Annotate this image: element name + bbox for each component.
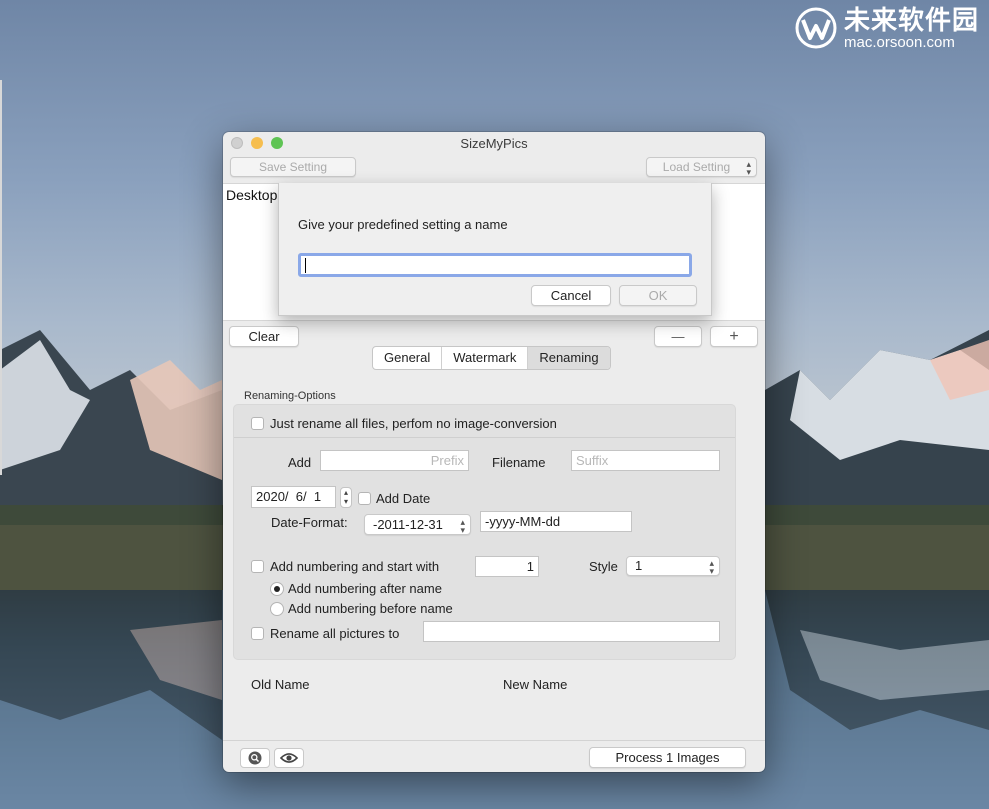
- prefix-input[interactable]: Prefix: [320, 450, 469, 471]
- ok-button[interactable]: OK: [619, 285, 697, 306]
- numbering-after-label: Add numbering after name: [288, 581, 442, 596]
- date-format-select[interactable]: -2011-12-31 ▴ ▾: [364, 514, 471, 535]
- watermark-url-text: mac.orsoon.com: [843, 33, 955, 51]
- style-select-value: 1: [635, 558, 643, 573]
- setting-name-sheet: Give your predefined setting a name Canc…: [278, 183, 712, 316]
- numbering-before-radio[interactable]: [270, 602, 284, 616]
- tab-watermark[interactable]: Watermark: [442, 347, 529, 369]
- setting-name-input[interactable]: [298, 253, 692, 277]
- titlebar: SizeMyPics: [223, 132, 765, 156]
- clear-button[interactable]: Clear: [229, 326, 299, 347]
- zoom-button[interactable]: [240, 748, 270, 768]
- eye-icon: [280, 753, 298, 763]
- date-stepper[interactable]: ▴ ▾: [340, 487, 352, 508]
- suffix-input[interactable]: Suffix: [571, 450, 720, 471]
- numbering-start-input[interactable]: 1: [475, 556, 539, 577]
- rename-all-checkbox[interactable]: [251, 627, 264, 640]
- preview-button[interactable]: [274, 748, 304, 768]
- bottom-bar: Process 1 Images: [223, 740, 765, 772]
- background-window-edge: [0, 80, 2, 475]
- just-rename-checkbox[interactable]: [251, 417, 264, 430]
- tab-general[interactable]: General: [373, 347, 443, 369]
- zoom-icon: [248, 751, 262, 765]
- filename-label: Filename: [492, 455, 546, 470]
- add-numbering-checkbox[interactable]: [251, 560, 264, 573]
- file-list-item[interactable]: Desktop,: [226, 187, 281, 203]
- date-format-select-value: -2011-12-31: [373, 517, 443, 532]
- date-format-label: Date-Format:: [271, 515, 348, 530]
- orsoon-logo-icon: [795, 7, 837, 49]
- renaming-options-box: Just rename all files, perfom no image-c…: [233, 404, 736, 660]
- stepper-arrows-icon: ▴ ▾: [709, 558, 714, 576]
- process-images-button[interactable]: Process 1 Images: [589, 747, 746, 768]
- date-input[interactable]: 2020/ 6/ 1: [251, 486, 336, 508]
- add-label: Add: [288, 455, 312, 470]
- save-setting-button[interactable]: Save Setting: [230, 157, 356, 177]
- numbering-after-radio[interactable]: [270, 582, 284, 596]
- rename-all-label: Rename all pictures to: [270, 626, 400, 641]
- load-setting-select[interactable]: Load Setting ▴ ▾: [646, 157, 757, 177]
- rename-all-input[interactable]: [423, 621, 720, 642]
- renaming-options-label: Renaming-Options: [244, 390, 336, 402]
- cancel-button[interactable]: Cancel: [531, 285, 611, 306]
- add-button[interactable]: +: [710, 326, 758, 347]
- suffix-placeholder: Suffix: [576, 453, 609, 468]
- stepper-arrows-icon: ▴ ▾: [460, 517, 465, 535]
- options-divider: [234, 437, 735, 438]
- style-label: Style: [589, 559, 618, 574]
- style-select[interactable]: 1 ▴ ▾: [626, 556, 720, 576]
- load-setting-label: Load Setting: [662, 160, 731, 174]
- remove-button[interactable]: —: [654, 326, 702, 347]
- settings-tabs: General Watermark Renaming: [372, 346, 611, 370]
- date-format-input[interactable]: -yyyy-MM-dd: [480, 511, 632, 532]
- prefix-placeholder: Prefix: [430, 453, 464, 468]
- add-date-checkbox[interactable]: [358, 492, 371, 505]
- window-title: SizeMyPics: [460, 136, 528, 151]
- tab-renaming[interactable]: Renaming: [528, 347, 610, 369]
- sheet-message: Give your predefined setting a name: [298, 217, 508, 232]
- old-name-column-header: Old Name: [251, 677, 310, 692]
- site-watermark: 未来软件园 mac.orsoon.com: [794, 6, 979, 50]
- text-caret: [305, 258, 306, 273]
- stepper-arrows-icon: ▴ ▾: [746, 159, 751, 177]
- watermark-cn-text: 未来软件园: [843, 4, 979, 35]
- add-numbering-label: Add numbering and start with: [270, 559, 440, 574]
- just-rename-label: Just rename all files, perfom no image-c…: [270, 416, 557, 431]
- add-date-label: Add Date: [376, 491, 431, 506]
- numbering-before-label: Add numbering before name: [288, 601, 453, 616]
- new-name-column-header: New Name: [503, 677, 568, 692]
